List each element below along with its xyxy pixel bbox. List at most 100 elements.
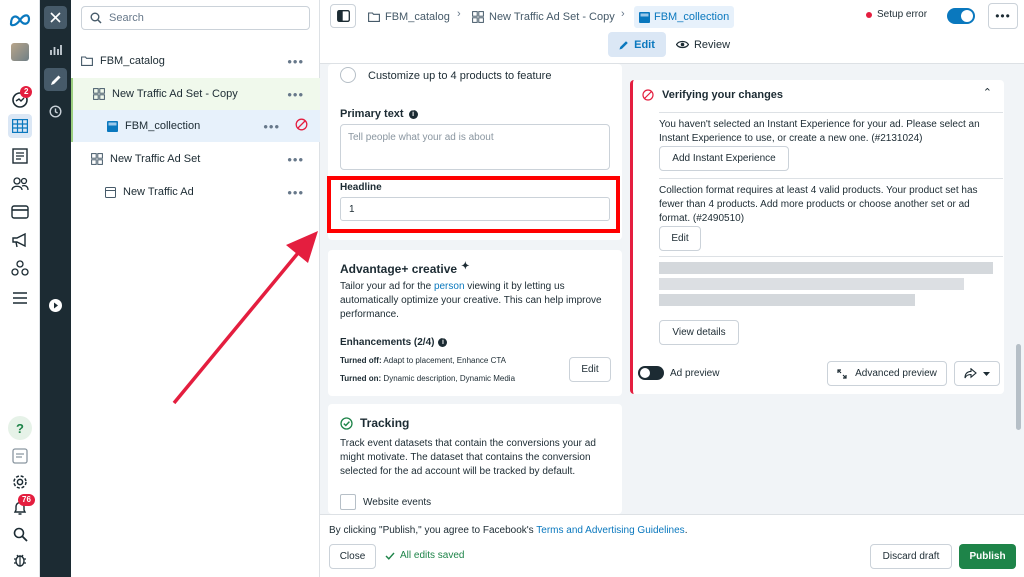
search-icon[interactable] (8, 522, 32, 546)
tree-item-label: FBM_catalog (100, 55, 165, 67)
campaigns-megaphone-icon[interactable] (8, 228, 32, 252)
website-events-checkbox[interactable] (340, 494, 356, 510)
tree-item-campaign[interactable]: FBM_catalog ••• (71, 45, 320, 77)
button-label: Discard draft (882, 551, 940, 562)
messages-badge: 2 (20, 86, 33, 98)
expand-panel-icon[interactable] (44, 294, 67, 317)
primary-text-placeholder: Tell people what your ad is about (348, 132, 494, 143)
close-editor-icon[interactable] (44, 6, 67, 29)
pages-icon[interactable] (8, 144, 32, 168)
audiences-icon[interactable] (8, 172, 32, 196)
tree-item-label: New Traffic Ad Set (110, 153, 201, 165)
tracking-description: Track event datasets that contain the co… (340, 438, 596, 477)
checkmark-icon (385, 552, 395, 560)
button-label: Add Instant Experience (672, 153, 776, 164)
breadcrumb-label: FBM_collection (654, 11, 730, 23)
all-tools-menu-icon[interactable] (8, 286, 32, 310)
info-icon[interactable]: i (438, 338, 448, 347)
settings-gear-icon[interactable] (8, 470, 32, 494)
expand-icon (837, 368, 847, 379)
error-dot-icon (866, 11, 872, 18)
publish-button[interactable]: Publish (959, 544, 1016, 569)
terms-link[interactable]: Terms and Advertising Guidelines (536, 525, 684, 536)
feedback-icon[interactable] (8, 444, 32, 468)
ads-manager-icon[interactable] (8, 114, 32, 138)
edit-product-set-button[interactable]: Edit (659, 226, 701, 251)
tree-item-adset[interactable]: New Traffic Ad Set ••• (71, 143, 320, 175)
primary-text-input[interactable]: Tell people what your ad is about (340, 124, 610, 170)
tab-label: Edit (634, 38, 655, 51)
verify-title: Verifying your changes (662, 89, 784, 101)
help-icon[interactable]: ? (8, 416, 32, 440)
tab-review[interactable]: Review (672, 32, 734, 57)
turned-off-label: Turned off: (340, 356, 382, 365)
tree-item-ad-collection[interactable]: FBM_collection ••• (71, 110, 320, 142)
save-status: All edits saved (385, 550, 464, 561)
share-preview-button[interactable] (954, 361, 1000, 386)
meta-logo-icon[interactable] (8, 8, 32, 32)
ad-status-toggle[interactable] (947, 8, 975, 24)
button-label: Advanced preview (855, 368, 937, 379)
tab-edit[interactable]: Edit (608, 32, 666, 57)
business-network-icon[interactable] (8, 256, 32, 280)
add-instant-experience-button[interactable]: Add Instant Experience (659, 146, 789, 171)
collapse-chevron-icon[interactable]: ⌃ (983, 86, 992, 99)
view-details-button[interactable]: View details (659, 320, 739, 345)
more-options-icon[interactable]: ••• (287, 152, 304, 167)
ad-preview-label: Ad preview (670, 368, 720, 379)
more-options-icon[interactable]: ••• (263, 119, 280, 134)
review-panel: Verifying your changes ⌃ You haven't sel… (622, 64, 1024, 514)
panel-scrollbar[interactable] (1016, 344, 1021, 430)
error-status-icon (295, 118, 308, 134)
more-options-icon[interactable]: ••• (287, 87, 304, 102)
info-icon[interactable]: i (408, 109, 418, 119)
blurred-text (659, 262, 993, 274)
advantage-heading: Advantage+ creative ✦ (340, 260, 470, 277)
breadcrumb-chevron-icon: › (457, 8, 461, 20)
tree-item-ad[interactable]: New Traffic Ad ••• (71, 176, 320, 208)
ad-icon (104, 186, 116, 198)
messages-icon[interactable]: 2 (8, 86, 33, 112)
tree-search-input[interactable]: Search (81, 6, 310, 30)
breadcrumb-adset[interactable]: New Traffic Ad Set - Copy (472, 8, 615, 26)
button-label: Publish (969, 551, 1006, 562)
advantage-desc-text: Tailor your ad for the (340, 281, 434, 292)
reporting-chart-icon[interactable] (44, 38, 67, 61)
setup-error-status[interactable]: Setup error (866, 9, 927, 20)
discard-draft-button[interactable]: Discard draft (870, 544, 952, 569)
eye-icon (675, 40, 689, 49)
tree-item-adset-copy[interactable]: New Traffic Ad Set - Copy ••• (71, 78, 320, 110)
notifications-bell-icon[interactable]: 76 (8, 494, 35, 520)
close-button[interactable]: Close (329, 544, 376, 569)
blurred-text (659, 278, 964, 290)
button-label: Close (339, 551, 366, 562)
global-nav-rail: 2 ? 76 (0, 0, 40, 577)
breadcrumb-campaign[interactable]: FBM_catalog (368, 8, 450, 26)
advanced-preview-button[interactable]: Advanced preview (827, 361, 947, 386)
customize-products-radio[interactable] (340, 67, 356, 83)
more-options-icon[interactable]: ••• (287, 54, 304, 69)
ad-icon (639, 11, 650, 23)
history-clock-icon[interactable] (44, 100, 67, 123)
report-bug-icon[interactable] (8, 548, 32, 572)
tree-item-label: FBM_collection (125, 120, 201, 132)
more-options-icon[interactable]: ••• (287, 185, 304, 200)
enhancements-edit-button[interactable]: Edit (569, 357, 611, 382)
person-link[interactable]: person (434, 281, 465, 292)
breadcrumb-ad[interactable]: FBM_collection (634, 6, 735, 28)
turned-on-value: Dynamic description, Dynamic Media (383, 374, 516, 383)
enhancements-label: Enhancements (2/4) (340, 337, 435, 348)
account-avatar[interactable] (8, 40, 32, 64)
tree-item-label: New Traffic Ad Set - Copy (112, 88, 238, 100)
ad-preview-toggle[interactable] (638, 366, 664, 380)
annotation-arrow (172, 231, 318, 405)
ad-icon (106, 120, 118, 132)
sparkle-icon: ✦ (461, 260, 470, 272)
edit-pencil-icon[interactable] (44, 68, 67, 91)
tracking-heading: Tracking (340, 416, 409, 430)
error-circle-icon (642, 89, 654, 101)
toggle-sidebar-button[interactable] (330, 4, 356, 28)
status-label: Setup error (877, 9, 928, 20)
billing-icon[interactable] (8, 200, 32, 224)
more-actions-button[interactable]: ••• (988, 3, 1018, 29)
